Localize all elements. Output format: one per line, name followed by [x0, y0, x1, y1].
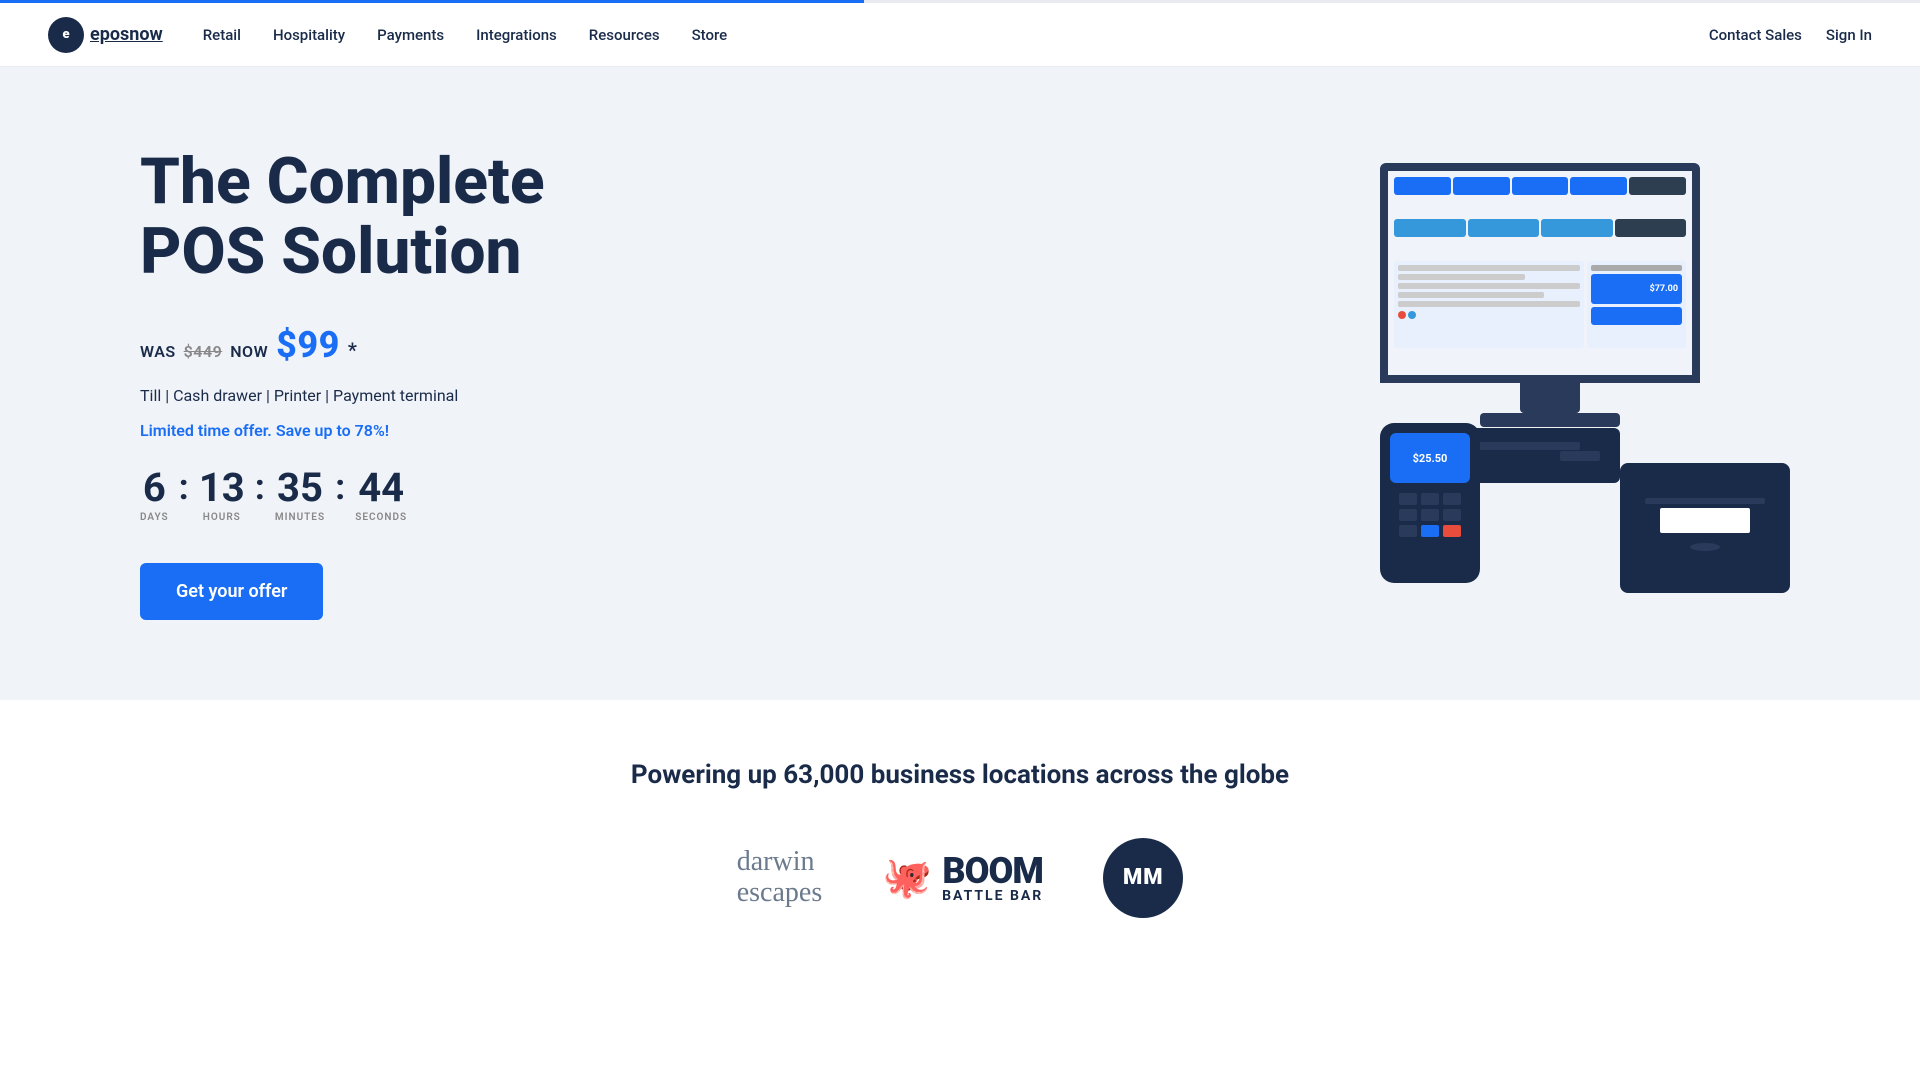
hours-value: 13: [199, 468, 245, 508]
nav-store[interactable]: Store: [692, 26, 728, 44]
darwin-text: darwin escapes: [737, 847, 823, 909]
save-text: Save up to 78%!: [276, 421, 389, 440]
countdown-sep-2: :: [255, 469, 265, 521]
price-was-label: WAS: [140, 342, 176, 361]
countdown-hours: 13 HOURS: [199, 468, 245, 523]
hero-includes: Till | Cash drawer | Printer | Payment t…: [140, 386, 660, 405]
countdown-timer: 6 DAYS : 13 HOURS : 35 MINUTES : 44 SECO…: [140, 468, 660, 523]
logo-text: eposnow: [90, 24, 163, 45]
hero-limited-offer: Limited time offer. Save up to 78%!: [140, 421, 660, 440]
countdown-minutes: 35 MINUTES: [275, 468, 325, 523]
hero-content: The Complete POS Solution WAS $449 NOW $…: [140, 147, 660, 620]
price-now-value: $99: [276, 324, 340, 366]
limited-offer-text: Limited time offer.: [140, 421, 272, 440]
logo-icon: e: [48, 17, 84, 53]
countdown-days: 6 DAYS: [140, 468, 169, 523]
boom-line2: BATTLE BAR: [942, 889, 1043, 903]
boom-text: BOOM BATTLE BAR: [942, 853, 1043, 903]
countdown-sep-3: :: [335, 469, 345, 521]
nav-links: Retail Hospitality Payments Integrations…: [203, 25, 727, 44]
nav-resources[interactable]: Resources: [589, 26, 660, 44]
hours-label: HOURS: [203, 512, 241, 523]
octopus-icon: 🐙: [882, 854, 932, 901]
screen-inner: $77.00: [1388, 171, 1692, 375]
countdown-seconds: 44 SECONDS: [355, 468, 407, 523]
minutes-value: 35: [277, 468, 323, 508]
minutes-label: MINUTES: [275, 512, 325, 523]
nav-left: e eposnow Retail Hospitality Payments In…: [48, 17, 727, 53]
terminal-keypad: [1399, 493, 1461, 537]
seconds-label: SECONDS: [355, 512, 407, 523]
brands-logos-row: darwin escapes 🐙 BOOM BATTLE BAR MM: [80, 838, 1840, 918]
price-asterisk: *: [348, 338, 357, 362]
darwin-escapes-logo: darwin escapes: [737, 847, 823, 909]
hero-title: The Complete POS Solution: [140, 147, 660, 288]
pos-monitor: $77.00: [1380, 163, 1720, 433]
contact-sales-link[interactable]: Contact Sales: [1709, 26, 1802, 44]
mm-logo: MM: [1103, 838, 1183, 918]
receipt-printer: [1620, 463, 1790, 593]
nav-hospitality[interactable]: Hospitality: [273, 26, 345, 44]
main-nav: e eposnow Retail Hospitality Payments In…: [0, 3, 1920, 67]
brands-title: Powering up 63,000 business locations ac…: [80, 760, 1840, 790]
boom-battle-bar-logo: 🐙 BOOM BATTLE BAR: [882, 853, 1043, 903]
mm-text: MM: [1123, 865, 1164, 890]
sign-in-link[interactable]: Sign In: [1826, 26, 1872, 44]
nav-integrations[interactable]: Integrations: [476, 26, 557, 44]
printer-button: [1690, 543, 1720, 551]
monitor-stand: [1520, 383, 1580, 413]
monitor-base: [1480, 413, 1620, 427]
nav-payments[interactable]: Payments: [377, 26, 444, 44]
printer-paper: [1660, 508, 1750, 533]
nav-retail[interactable]: Retail: [203, 26, 241, 44]
logo[interactable]: e eposnow: [48, 17, 163, 53]
countdown-sep-1: :: [179, 469, 189, 521]
price-row: WAS $449 NOW $99 *: [140, 324, 660, 366]
get-offer-button[interactable]: Get your offer: [140, 563, 323, 620]
terminal-display: $25.50: [1390, 433, 1470, 483]
price-now-label: NOW: [230, 342, 268, 361]
price-was-value: $449: [184, 342, 223, 361]
seconds-value: 44: [358, 468, 404, 508]
hero-section: The Complete POS Solution WAS $449 NOW $…: [0, 67, 1920, 700]
nav-right: Contact Sales Sign In: [1709, 26, 1872, 44]
boom-line1: BOOM: [942, 853, 1043, 889]
payment-terminal: $25.50: [1380, 423, 1480, 583]
hero-pos-image: $77.00 $25.50: [1320, 163, 1800, 603]
logo-letter: e: [62, 27, 69, 42]
days-label: DAYS: [140, 512, 169, 523]
days-value: 6: [143, 468, 166, 508]
brands-section: Powering up 63,000 business locations ac…: [0, 700, 1920, 958]
monitor-screen: $77.00: [1380, 163, 1700, 383]
darwin-line2: escapes: [737, 878, 823, 909]
darwin-line1: darwin: [737, 847, 823, 878]
printer-paper-slot: [1645, 498, 1765, 504]
